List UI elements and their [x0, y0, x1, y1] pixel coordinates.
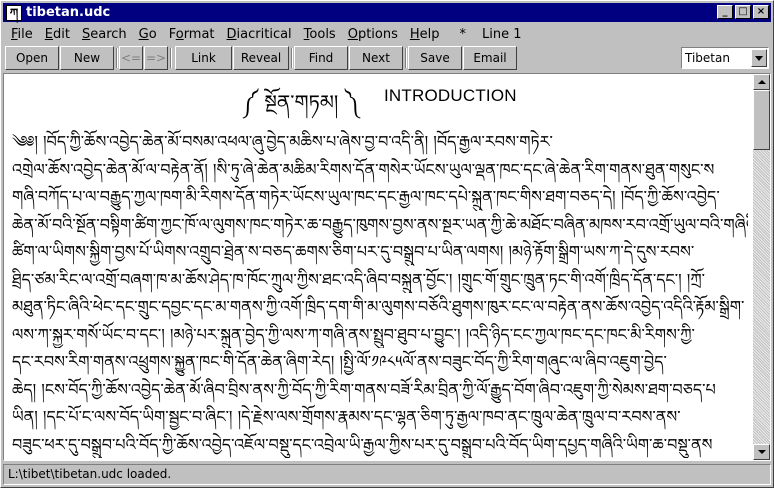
next-button[interactable]: Next — [349, 46, 403, 70]
font-select[interactable]: Tibetan — [681, 47, 769, 69]
save-button[interactable]: Save — [408, 46, 462, 70]
open-button[interactable]: Open — [5, 46, 59, 70]
text-line: འགྲེལ་ཆོས་འབྱེད་ཆེན་མོ་ལ་བརྟེན་ནོ། །སི་ཏ… — [12, 159, 715, 179]
toolbar-separator — [405, 48, 407, 68]
minimize-button[interactable]: _ — [717, 5, 733, 19]
maximize-button[interactable]: □ — [735, 5, 751, 19]
close-button[interactable]: × — [753, 5, 769, 19]
menu-bar: File Edit Search Go Format Diacritical T… — [3, 24, 771, 44]
document-body: ༄༅། །བོད་ཀྱི་ཆོས་འབྱེད་ཆེན་མོ་བསམ་འཕལ་ཞུ… — [12, 128, 748, 458]
text-line: ༄༅། །བོད་ཀྱི་ཆོས་འབྱེད་ཆེན་མོ་བསམ་འཕལ་ཞུ… — [12, 132, 553, 151]
document-frame: ༼ སྔོན་གཏམ། ༽ INTRODUCTION ༄༅། །བོད་ཀྱི་… — [3, 73, 771, 461]
text-line: དང་རབས་རིག་གནས་འཕྲུགས་སྐྱུན་ཁང་གི་དོན་ཆེ… — [12, 352, 667, 371]
text-line: ཐྲིད་ཙམ་རིང་ལ་འགྲོ་བཞག་ཁ་མ་ཆོས་ཤེད་ཁ་ཁོང… — [12, 269, 705, 289]
text-line: གཞི་བཀོད་པ་ལ་བརྒྱུད་ཀྱལ་ཁག་མི་རིགས་དོན་ག… — [12, 187, 720, 206]
toolbar-separator — [291, 48, 293, 68]
new-button[interactable]: New — [60, 46, 114, 70]
text-line: ཆེད། །ངས་བོད་ཀྱི་ཆོས་འབྱེད་ཆེན་མོ་ཞིབ་བྲ… — [12, 379, 716, 399]
introduction-heading: INTRODUCTION — [384, 86, 517, 105]
status-bar: L:\tibet\tibetan.udc loaded. — [3, 464, 771, 485]
scroll-down-arrow-icon[interactable] — [753, 444, 770, 460]
menu-tools[interactable]: Tools — [298, 27, 342, 42]
font-select-value: Tibetan — [685, 51, 730, 65]
vertical-scrollbar[interactable] — [753, 74, 770, 460]
menu-search[interactable]: Search — [76, 27, 133, 42]
text-line: མཐུན་ཏིང་ཞིའི་ཕེང་དང་གྲུང་དབྱང་དང་མ་གནས་… — [12, 297, 745, 316]
back-button[interactable]: <= — [119, 46, 143, 70]
menu-help[interactable]: Help — [404, 27, 446, 42]
toolbar: Open New <= => Link Reveal Find Next Sav… — [3, 45, 771, 71]
modified-indicator: * — [459, 26, 467, 42]
email-button[interactable]: Email — [463, 46, 517, 70]
application-window: ཀ tibetan.udc _ □ × File Edit Search Go … — [0, 0, 774, 488]
scroll-up-arrow-icon[interactable] — [753, 74, 770, 90]
document-text-area[interactable]: ༼ སྔོན་གཏམ། ༽ INTRODUCTION ༄༅། །བོད་ཀྱི་… — [4, 74, 752, 460]
menu-go[interactable]: Go — [133, 27, 163, 42]
text-line: ལས་ཀ་སྐྱར་གསོ་ཡོང་བ་དང་། །མཉེ་པར་སྐྲུན་བ… — [12, 324, 695, 344]
text-line: ཚིག་ལ་ཡིགས་སྐྱིག་བྱས་པོ་ཡིགས་འགྲུབ་ཐྲེན་… — [12, 242, 695, 261]
title-bar[interactable]: ཀ tibetan.udc _ □ × — [3, 3, 771, 22]
reveal-button[interactable]: Reveal — [233, 46, 289, 70]
window-title: tibetan.udc — [26, 5, 111, 20]
menu-options[interactable]: Options — [342, 27, 404, 42]
text-line: ཆེན་མོ་བའི་སྔོན་བསྟིག་ཚིག་ཀྱང་ཁོ་ལ་ལུགས་… — [12, 214, 748, 234]
toolbar-separator — [170, 48, 172, 68]
scrollbar-thumb[interactable] — [753, 90, 770, 150]
text-line: བཟུང་ཕར་དུ་བསྒྲུབ་པའི་བོད་ཀྱི་ཆོས་འབྱེད་… — [12, 434, 713, 454]
document-heading: ༼ སྔོན་གཏམ། ༽ INTRODUCTION — [4, 80, 752, 114]
menu-file[interactable]: File — [3, 27, 39, 42]
chevron-down-icon[interactable] — [751, 49, 767, 67]
find-button[interactable]: Find — [294, 46, 348, 70]
menu-format[interactable]: Format — [163, 27, 221, 42]
toolbar-separator — [116, 48, 118, 68]
line-indicator: Line 1 — [482, 26, 522, 42]
tibetan-editor-icon[interactable]: ཀ — [6, 4, 22, 21]
menu-diacritical[interactable]: Diacritical — [221, 27, 298, 42]
link-button[interactable]: Link — [175, 46, 232, 70]
text-line: ཡིན། །དང་པོ་ང་ལས་བོད་ཡིག་སྦྱང་བ་ཞིང་། །ད… — [12, 407, 681, 426]
forward-button[interactable]: => — [144, 46, 168, 70]
menu-edit[interactable]: Edit — [39, 27, 76, 42]
